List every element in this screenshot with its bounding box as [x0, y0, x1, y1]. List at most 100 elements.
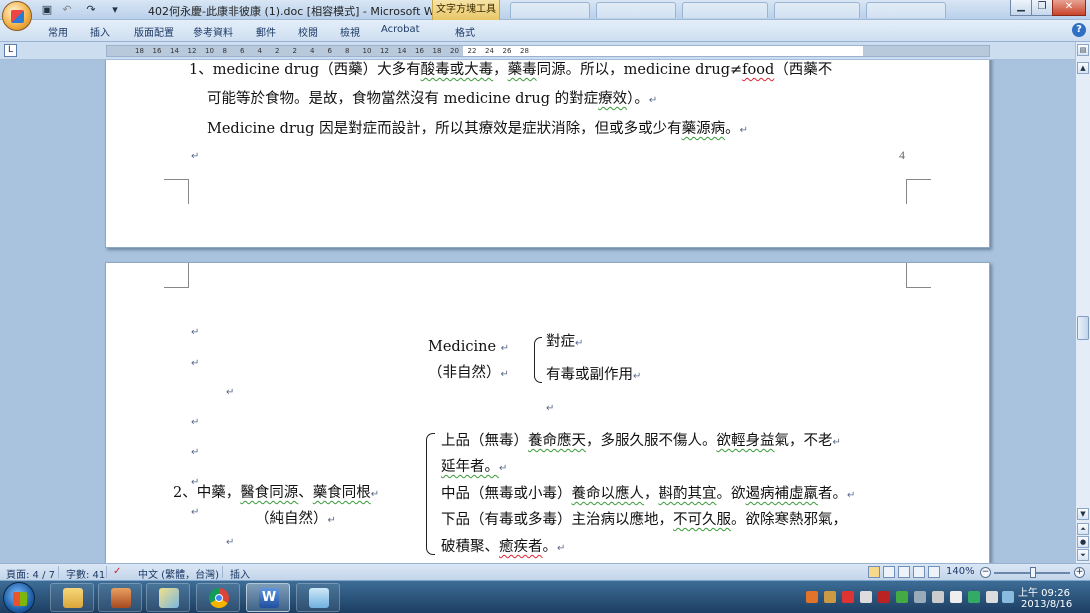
- close-button[interactable]: ✕: [1052, 0, 1086, 16]
- installer-icon[interactable]: [98, 583, 142, 612]
- tab-selector-button[interactable]: L: [4, 44, 17, 57]
- undo-icon[interactable]: ↶: [60, 3, 74, 16]
- paragraph-2-note[interactable]: （純自然）↵: [255, 509, 336, 531]
- tab-view[interactable]: 檢視: [340, 24, 360, 39]
- previous-page-button[interactable]: ⏶: [1077, 523, 1089, 535]
- page-counter[interactable]: 頁面: 4 / 7: [6, 566, 55, 581]
- qat-customize-icon[interactable]: ▾: [108, 3, 122, 16]
- tab-insert[interactable]: 插入: [90, 24, 110, 39]
- document-workspace[interactable]: 1、medicine drug（西藥）大多有酸毒或大毒，藥毒同源。所以，medi…: [0, 60, 1075, 563]
- paint-icon[interactable]: [146, 583, 190, 612]
- grade-line[interactable]: 上品（無毒）養命應天，多服久服不傷人。欲輕身益氣，不老↵: [441, 431, 841, 453]
- windows-start-icon[interactable]: [3, 582, 35, 613]
- tray-app-icon[interactable]: [842, 591, 854, 603]
- tray-app-icon[interactable]: [806, 591, 818, 603]
- paragraph-2-title[interactable]: 2、中藥，醫食同源、藥食同根↵: [173, 483, 379, 505]
- next-page-button[interactable]: ⏷: [1077, 549, 1089, 561]
- tab-acrobat[interactable]: Acrobat: [381, 24, 420, 35]
- document-page[interactable]: ↵ ↵ ↵ ↵ ↵ ↵ ↵ ↵ ↵ Medicine ↵ （非自然）↵ 對症↵ …: [105, 262, 990, 563]
- paragraph-1-line-3[interactable]: Medicine drug 因是對症而設計，所以其療效是症狀消除，但或多或少有藥…: [207, 119, 748, 141]
- scroll-thumb[interactable]: [1077, 316, 1089, 340]
- volume-icon[interactable]: [914, 591, 926, 603]
- horizontal-ruler[interactable]: 18 16 14 12 10 8 6 4 2 2 4 6 8 10 12 14 16 18 20 22 24 26 28: [106, 45, 990, 57]
- ruler-tick-label: 18: [432, 47, 442, 55]
- redo-icon[interactable]: ↷: [84, 3, 98, 16]
- tab-references[interactable]: 參考資料: [193, 24, 233, 39]
- tray-app-icon[interactable]: [968, 591, 980, 603]
- proofing-icon[interactable]: ✓: [113, 566, 121, 577]
- grammar-flag[interactable]: 欲輕身益: [717, 433, 775, 449]
- tray-app-icon[interactable]: [1002, 591, 1014, 603]
- grade-line[interactable]: 延年者。↵: [441, 457, 507, 479]
- tab-mailings[interactable]: 郵件: [256, 24, 276, 39]
- medicine-label[interactable]: Medicine ↵: [428, 337, 509, 359]
- spelling-flag[interactable]: food: [742, 62, 774, 78]
- office-button[interactable]: [2, 1, 32, 31]
- medicine-item-2[interactable]: 有毒或副作用↵: [546, 365, 641, 387]
- zoom-slider-thumb[interactable]: [1030, 567, 1036, 578]
- word-count[interactable]: 字數: 41: [66, 566, 105, 581]
- network-icon[interactable]: [932, 591, 944, 603]
- vertical-scrollbar[interactable]: ▤ ▲ ▼ ⏶ ● ⏷: [1075, 42, 1090, 563]
- language-indicator[interactable]: 中文 (繁體，台灣): [138, 566, 219, 581]
- paragraph-mark: ↵: [575, 338, 584, 349]
- grammar-flag[interactable]: 藥食同根: [313, 485, 371, 501]
- grammar-flag[interactable]: 延年者。: [441, 459, 499, 475]
- zoom-in-button[interactable]: +: [1074, 567, 1085, 578]
- grammar-flag[interactable]: 藥源病: [682, 121, 726, 137]
- document-page[interactable]: 1、medicine drug（西藥）大多有酸毒或大毒，藥毒同源。所以，medi…: [105, 60, 990, 248]
- tray-app-icon[interactable]: [986, 591, 998, 603]
- insert-mode[interactable]: 插入: [230, 566, 250, 581]
- tab-home[interactable]: 常用: [48, 24, 68, 39]
- outline-view-icon[interactable]: [913, 566, 925, 578]
- grammar-flag[interactable]: 養命應天: [528, 433, 586, 449]
- tray-app-icon[interactable]: [878, 591, 890, 603]
- web-layout-view-icon[interactable]: [898, 566, 910, 578]
- grammar-flag[interactable]: 醫食同源: [240, 485, 298, 501]
- crop-mark: [906, 179, 931, 204]
- ruler-view-icon[interactable]: ▤: [1077, 44, 1089, 56]
- grammar-flag[interactable]: 藥毒: [508, 62, 537, 78]
- zoom-out-button[interactable]: −: [980, 567, 991, 578]
- tab-format[interactable]: 格式: [455, 24, 475, 39]
- grade-line[interactable]: 破積聚、癒疾者。↵: [441, 537, 565, 559]
- draft-view-icon[interactable]: [928, 566, 940, 578]
- ruler-tick-label: 14: [170, 47, 179, 55]
- zoom-level[interactable]: 140%: [946, 566, 975, 577]
- print-layout-view-icon[interactable]: [868, 566, 880, 578]
- grammar-flag[interactable]: 療效: [598, 91, 627, 107]
- scroll-down-button[interactable]: ▼: [1077, 508, 1089, 520]
- grammar-flag[interactable]: 斟酌其宜: [659, 486, 717, 502]
- word-taskbar-icon[interactable]: W: [246, 583, 290, 612]
- select-browse-object-button[interactable]: ●: [1077, 536, 1089, 548]
- chrome-icon[interactable]: [196, 583, 240, 612]
- grade-line[interactable]: 下品（有毒或多毒）主治病以應地，不可久服。欲除寒熱邪氣，: [441, 510, 847, 530]
- tab-review[interactable]: 校閱: [298, 24, 318, 39]
- tray-app-icon[interactable]: [896, 591, 908, 603]
- grade-line[interactable]: 中品（無毒或小毒）養命以應人，斟酌其宜。欲遏病補虛羸者。↵: [441, 484, 855, 506]
- maximize-button[interactable]: ❐: [1031, 0, 1053, 16]
- text-run: 破積聚、: [441, 539, 499, 555]
- spelling-flag[interactable]: 癒疾者: [499, 539, 543, 555]
- scroll-up-button[interactable]: ▲: [1077, 62, 1089, 74]
- paragraph-1-line-1[interactable]: 1、medicine drug（西藥）大多有酸毒或大毒，藥毒同源。所以，medi…: [189, 60, 832, 80]
- tray-flag-icon[interactable]: [860, 591, 872, 603]
- save-icon[interactable]: ▣: [40, 3, 54, 16]
- clock-time[interactable]: 上午 09:26: [1018, 584, 1070, 599]
- paragraph-1-line-2[interactable]: 可能等於食物。是故，食物當然沒有 medicine drug 的對症療效）。↵: [207, 89, 657, 111]
- notepad-icon[interactable]: [296, 583, 340, 612]
- tray-app-icon[interactable]: [824, 591, 836, 603]
- medicine-note[interactable]: （非自然）↵: [428, 363, 509, 385]
- medicine-item-1[interactable]: 對症↵: [546, 332, 583, 354]
- tray-app-icon[interactable]: [950, 591, 962, 603]
- explorer-icon[interactable]: [50, 583, 94, 612]
- grammar-flag[interactable]: 不可久服: [673, 512, 731, 528]
- full-screen-view-icon[interactable]: [883, 566, 895, 578]
- grammar-flag[interactable]: 遏病補虛羸: [746, 486, 819, 502]
- clock-date[interactable]: 2013/8/16: [1021, 599, 1072, 610]
- grammar-flag[interactable]: 酸毒或大毒: [421, 62, 494, 78]
- minimize-button[interactable]: ▁: [1010, 0, 1032, 16]
- tab-page-layout[interactable]: 版面配置: [134, 24, 174, 39]
- help-icon[interactable]: ?: [1072, 23, 1086, 37]
- grammar-flag[interactable]: 養命以應人: [572, 486, 645, 502]
